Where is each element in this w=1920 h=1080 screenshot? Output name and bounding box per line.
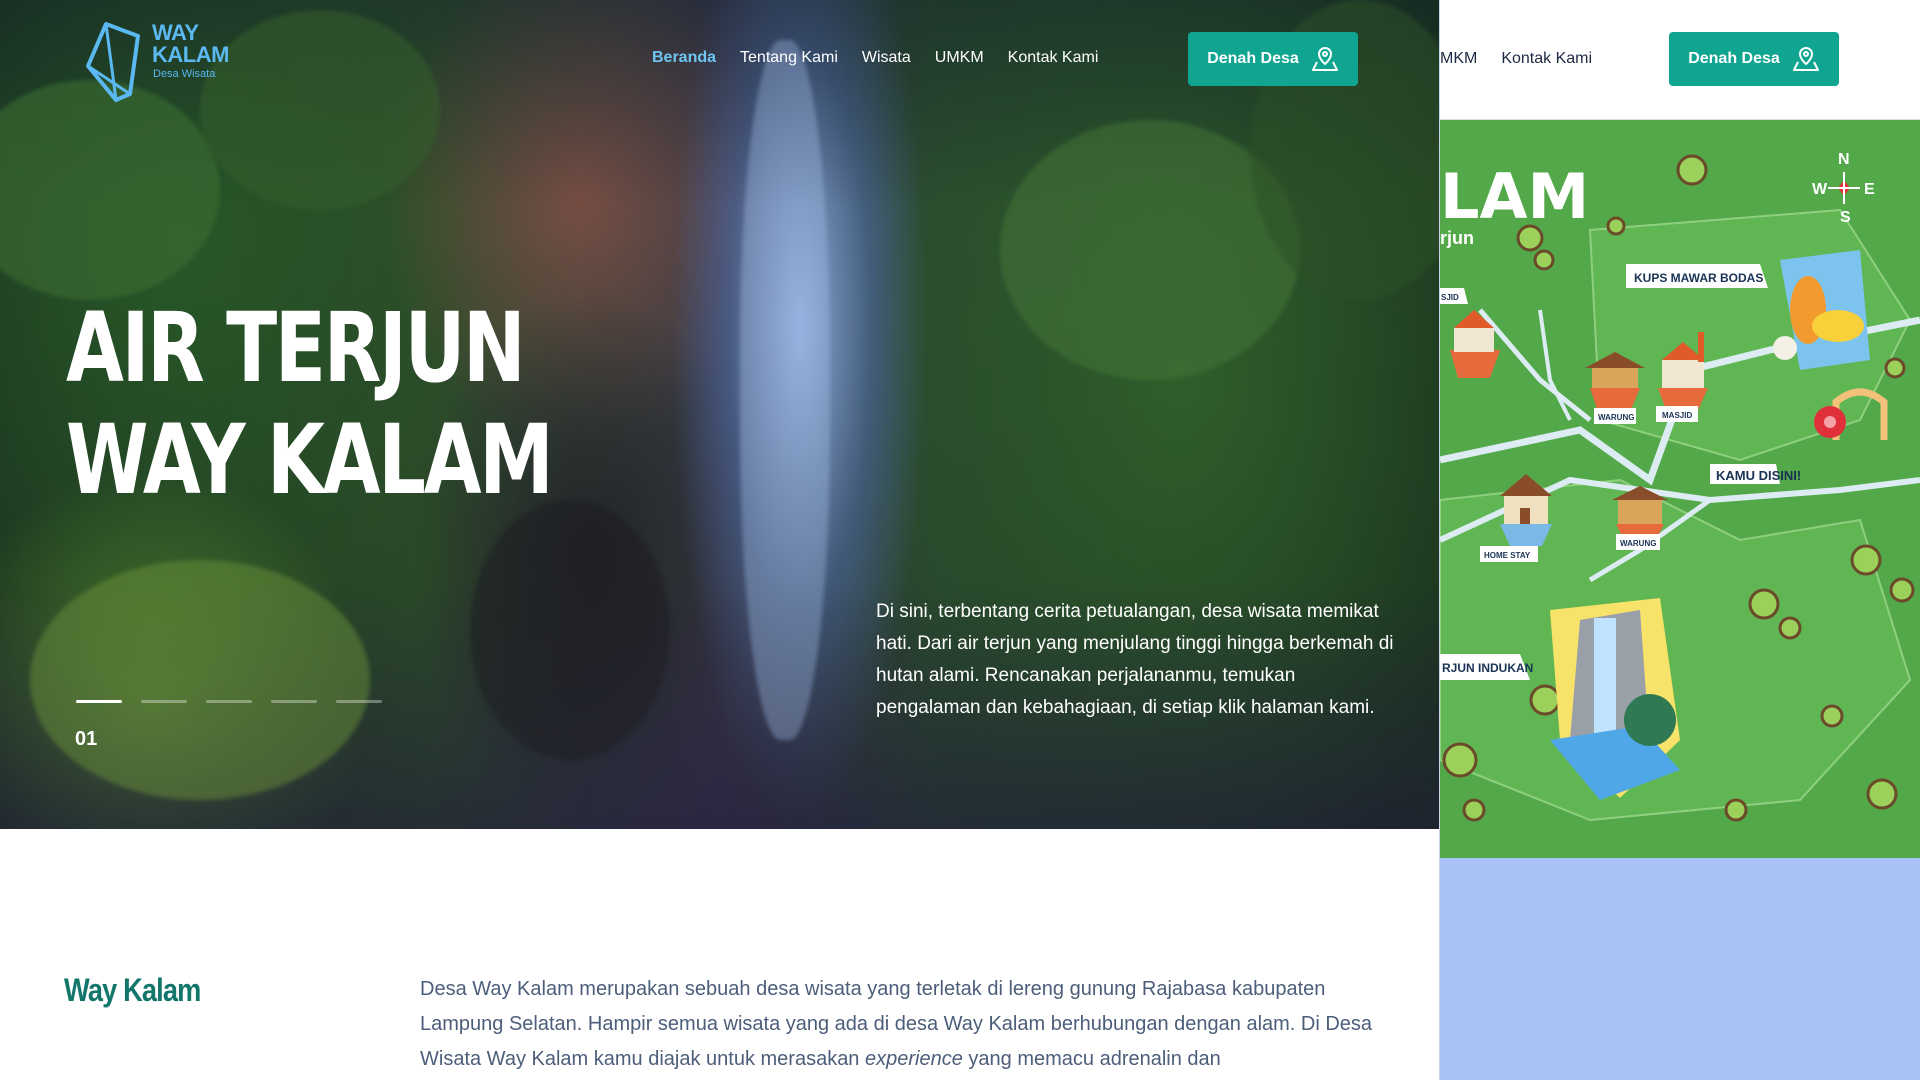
label-waterfall-partial: RJUN INDUKAN — [1442, 661, 1533, 675]
hero-section: WAY KALAM Desa Wisata Beranda Tentang Ka… — [0, 0, 1439, 829]
nav-item-beranda[interactable]: Beranda — [652, 49, 716, 67]
compass-e: E — [1864, 181, 1875, 198]
brand-logo[interactable]: WAY KALAM Desa Wisata — [78, 16, 229, 106]
right-site-header: MKM Kontak Kami Denah Desa — [1440, 0, 1920, 120]
tree — [1850, 544, 1882, 576]
nav-item-umkm[interactable]: UMKM — [935, 49, 984, 67]
about-text: Desa Way Kalam merupakan sebuah desa wis… — [420, 972, 1400, 1077]
hero-title-line1: AIR TERJUN — [66, 292, 526, 404]
village-map[interactable]: LAM rjun N W E S KUPS MAWAR BODAS SJID W… — [1440, 120, 1920, 858]
slide-dot[interactable] — [141, 700, 187, 703]
building-masjid-left — [1450, 310, 1500, 378]
slide-dot[interactable] — [206, 700, 252, 703]
hero-description: Di sini, terbentang cerita petualangan, … — [876, 601, 1394, 718]
map-title-partial: LAM — [1440, 160, 1589, 233]
nav-item-kontak-kami[interactable]: Kontak Kami — [1501, 50, 1592, 68]
road — [1478, 308, 1592, 422]
tree — [1442, 742, 1478, 778]
brand-name-line2: KALAM — [152, 42, 229, 67]
denah-desa-label: Denah Desa — [1688, 50, 1780, 67]
main-nav: Beranda Tentang Kami Wisata UMKM Kontak … — [652, 49, 1098, 67]
brand-name-line1: WAY — [152, 20, 199, 45]
slide-dot[interactable] — [76, 700, 122, 703]
label-warung-2: WARUNG — [1620, 539, 1656, 548]
nav-item-kontak-kami[interactable]: Kontak Kami — [1008, 49, 1099, 67]
hero-title-line2: WAY KALAM — [66, 404, 554, 516]
tree — [1748, 588, 1780, 620]
compass-n: N — [1838, 151, 1850, 168]
denah-desa-button[interactable]: Denah Desa — [1669, 32, 1839, 86]
denah-desa-label: Denah Desa — [1207, 50, 1299, 67]
foliage-blob — [30, 560, 370, 800]
site-header: WAY KALAM Desa Wisata Beranda Tentang Ka… — [0, 0, 1439, 120]
label-home-stay: HOME STAY — [1484, 551, 1531, 560]
right-nav: MKM Kontak Kami — [1440, 50, 1592, 68]
building-home-stay — [1500, 474, 1552, 546]
rock-blob — [470, 500, 670, 760]
map-pin-icon — [1792, 46, 1819, 71]
label-masjid-partial: SJID — [1441, 293, 1459, 302]
compass-w: W — [1812, 181, 1828, 198]
tree — [1724, 798, 1748, 822]
you-are-here-pin-icon — [1814, 406, 1846, 450]
logo-mark-icon — [86, 22, 140, 102]
tree — [1676, 154, 1708, 186]
label-kups: KUPS MAWAR BODAS — [1634, 271, 1763, 285]
left-viewport: WAY KALAM Desa Wisata Beranda Tentang Ka… — [0, 0, 1439, 1080]
tree — [1462, 798, 1486, 822]
compass-s: S — [1840, 209, 1851, 226]
tree — [1866, 778, 1898, 810]
slide-dot[interactable] — [271, 700, 317, 703]
tree — [1533, 249, 1555, 271]
map-pin-icon — [1311, 46, 1338, 71]
tree — [1889, 577, 1915, 603]
nav-item-wisata[interactable]: Wisata — [862, 49, 911, 67]
tree — [1606, 216, 1626, 236]
slide-indicator — [76, 700, 382, 703]
about-text-emphasis: experience — [865, 1048, 963, 1070]
label-you-are-here: KAMU DISINI! — [1716, 468, 1801, 483]
slide-dot[interactable] — [336, 700, 382, 703]
about-title: Way Kalam — [64, 972, 201, 1008]
label-warung-1: WARUNG — [1598, 413, 1634, 422]
tree — [1884, 357, 1906, 379]
village-map-illustration: LAM rjun N W E S KUPS MAWAR BODAS SJID W… — [1440, 151, 1920, 822]
label-masjid: MASJID — [1662, 411, 1692, 420]
nav-item-tentang-kami[interactable]: Tentang Kami — [740, 49, 838, 67]
compass-icon — [1828, 172, 1860, 204]
waterfall-stream — [740, 40, 830, 740]
brand-subtitle: Desa Wisata — [153, 68, 216, 80]
nav-item-umkm[interactable]: MKM — [1440, 50, 1477, 68]
hero-title: AIR TERJUN WAY KALAM — [66, 292, 554, 516]
right-viewport: MKM Kontak Kami Denah Desa LAM rjun N W … — [1439, 0, 1920, 1080]
tree — [1820, 704, 1844, 728]
denah-desa-button[interactable]: Denah Desa — [1188, 32, 1358, 86]
brand-name: WAY KALAM — [152, 22, 232, 66]
map-subtitle-partial: rjun — [1440, 228, 1474, 248]
tree — [1529, 684, 1561, 716]
slide-number: 01 — [75, 728, 98, 750]
about-text-part: yang memacu adrenalin dan — [962, 1048, 1221, 1070]
tree — [1778, 616, 1802, 640]
